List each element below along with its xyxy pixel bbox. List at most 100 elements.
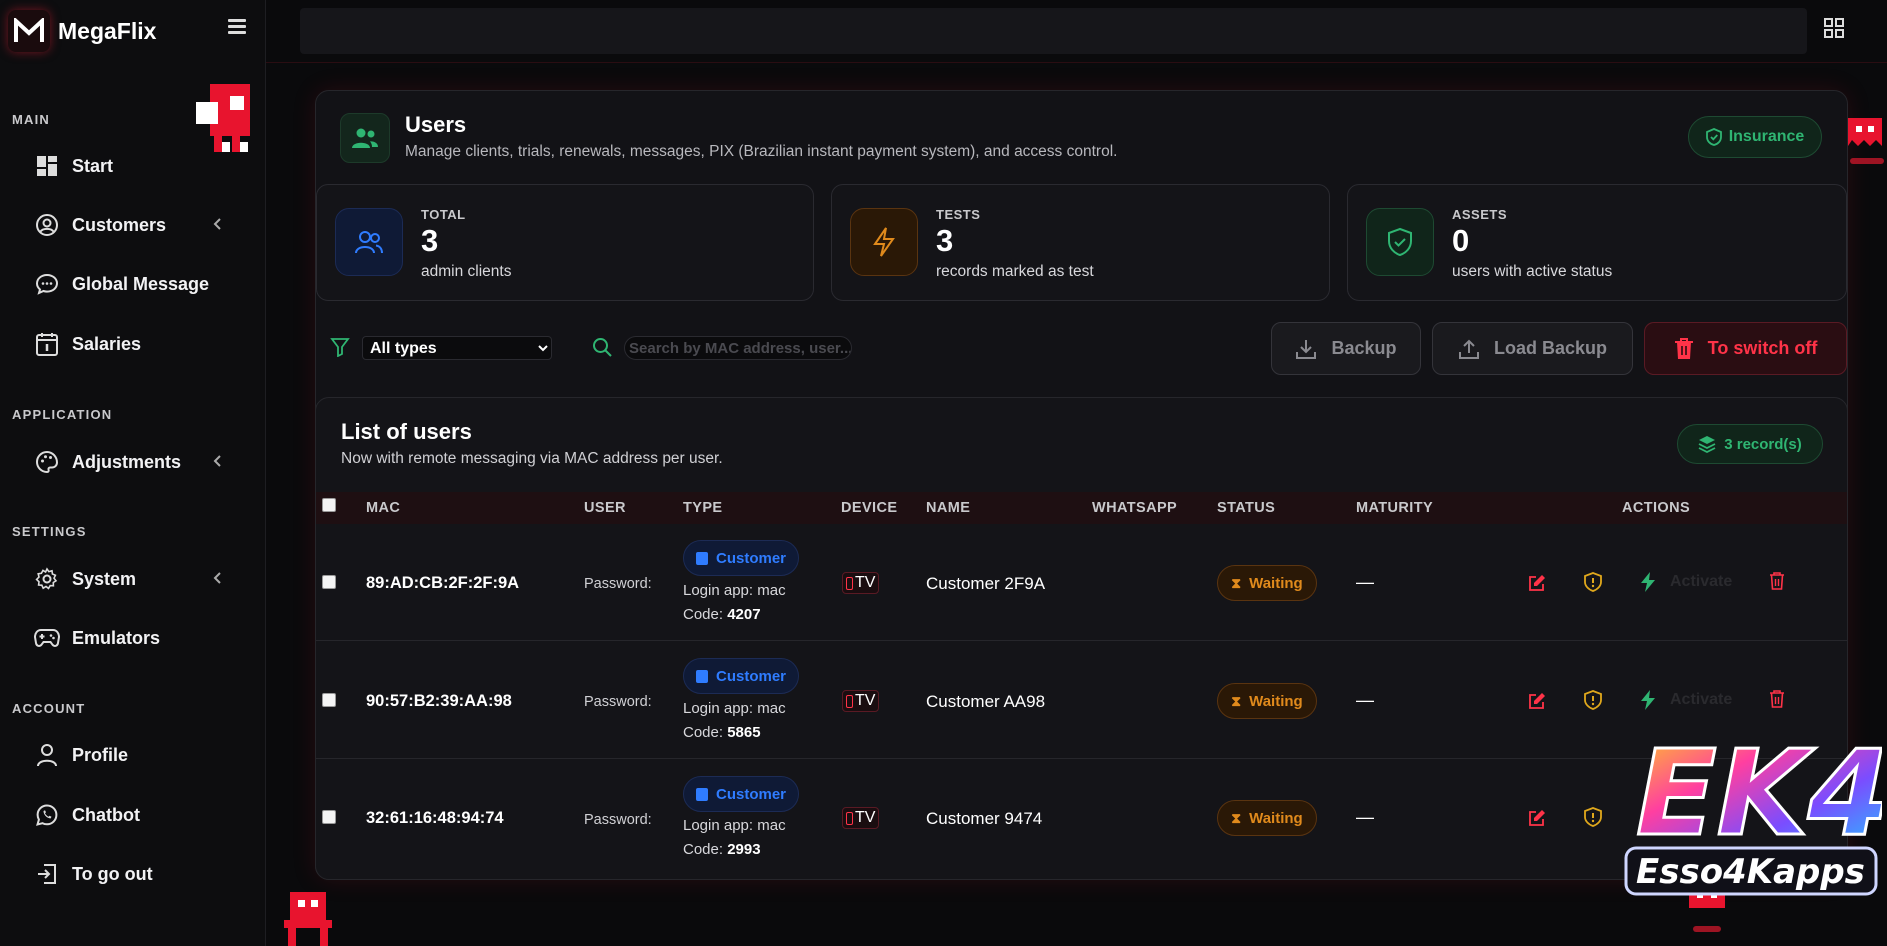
maturity-value: —: [1356, 572, 1374, 592]
gamepad-icon: [34, 625, 60, 651]
activate-label: Activate: [1670, 573, 1733, 590]
edit-icon[interactable]: [1528, 692, 1546, 715]
phone-icon: [846, 811, 853, 825]
header-divider: [266, 62, 1887, 63]
table-header: [316, 492, 1847, 524]
backup-label: Backup: [1331, 338, 1397, 358]
shield-alert-icon[interactable]: [1584, 690, 1602, 715]
stat-card-total: TOTAL 3 admin clients: [316, 184, 814, 301]
code-value: 5865: [727, 724, 761, 741]
brand[interactable]: MegaFlix: [8, 10, 156, 52]
sidebar-item-logout[interactable]: To go out: [34, 854, 234, 894]
hourglass-icon: ⧗: [1231, 574, 1242, 591]
column-header-type: TYPE: [683, 500, 723, 516]
load-backup-button[interactable]: Load Backup: [1432, 322, 1633, 375]
row-checkbox[interactable]: [322, 575, 336, 589]
sidebar-item-customers[interactable]: Customers: [34, 205, 234, 245]
column-header-mac: MAC: [366, 500, 401, 516]
edit-icon[interactable]: [1528, 574, 1546, 597]
chevron-left-icon: [212, 571, 222, 590]
sidebar-item-profile[interactable]: Profile: [34, 735, 234, 775]
code-value: 4207: [727, 606, 761, 623]
stat-label: ASSETS: [1452, 207, 1508, 222]
chevron-left-icon: [212, 454, 222, 473]
type-badge: Customer: [683, 658, 799, 694]
code-value: 2993: [727, 841, 761, 858]
trash-icon: [1674, 337, 1693, 359]
status-badge: ⧗ Waiting: [1217, 683, 1317, 719]
code-label: Code:: [683, 841, 724, 858]
device-label: TV: [855, 809, 876, 826]
edit-icon[interactable]: [1528, 809, 1546, 832]
sidebar-item-salaries[interactable]: Salaries: [34, 324, 234, 364]
stat-value: 0: [1452, 223, 1470, 258]
activate-button[interactable]: Activate: [1640, 572, 1732, 592]
sidebar-item-label: Emulators: [72, 627, 161, 648]
load-backup-label: Load Backup: [1493, 338, 1608, 358]
hamburger-menu-icon[interactable]: [228, 19, 246, 35]
mac-address: 90:57:B2:39:AA:98: [366, 692, 512, 710]
insurance-label: Insurance: [1728, 128, 1805, 145]
upload-icon: [1458, 339, 1479, 359]
search-input[interactable]: [624, 336, 852, 360]
list-subtitle: Now with remote messaging via MAC addres…: [341, 450, 723, 467]
whatsapp-icon: [34, 802, 60, 828]
chat-icon: [34, 271, 60, 297]
activate-button[interactable]: Activate: [1640, 690, 1732, 710]
users-icon: [335, 208, 403, 276]
type-label: Customer: [715, 667, 786, 685]
column-header-name: NAME: [926, 500, 971, 516]
sidebar-item-chatbot[interactable]: Chatbot: [34, 795, 234, 835]
status-badge: ⧗ Waiting: [1217, 565, 1317, 601]
sidebar-item-label: Customers: [72, 214, 167, 235]
stat-card-assets: ASSETS 0 users with active status: [1347, 184, 1847, 301]
delete-icon[interactable]: [1769, 572, 1785, 595]
shield-alert-icon[interactable]: [1584, 807, 1602, 832]
chevron-left-icon: [212, 217, 222, 236]
device-badge: TV: [842, 807, 880, 829]
row-checkbox[interactable]: [322, 810, 336, 824]
dashboard-icon: [34, 153, 60, 179]
row-checkbox[interactable]: [322, 693, 336, 707]
sidebar-item-label: To go out: [72, 863, 153, 884]
switch-off-button[interactable]: To switch off: [1644, 322, 1847, 375]
topbar-search-bar[interactable]: [300, 8, 1807, 54]
user-password: Password:: [584, 576, 652, 592]
sidebar-item-global-message[interactable]: Global Message: [34, 264, 234, 304]
sidebar-item-adjustments[interactable]: Adjustments: [34, 442, 234, 482]
gear-icon: [34, 566, 60, 592]
type-label: Customer: [715, 785, 786, 803]
mac-address: 32:61:16:48:94:74: [366, 809, 504, 827]
users-group-icon: [340, 113, 390, 163]
type-filter-select[interactable]: All types: [362, 336, 552, 360]
download-icon: [1296, 339, 1317, 359]
apps-grid-icon[interactable]: [1824, 18, 1846, 40]
column-header-whatsapp: WHATSAPP: [1092, 500, 1178, 516]
user-icon: [34, 742, 60, 768]
sidebar-item-emulators[interactable]: Emulators: [34, 618, 234, 658]
sidebar-item-label: Start: [72, 155, 114, 176]
page-subtitle: Manage clients, trials, renewals, messag…: [405, 143, 1118, 160]
records-badge: 3 record(s): [1677, 424, 1823, 464]
lightning-icon: [1641, 690, 1655, 710]
backup-button[interactable]: Backup: [1271, 322, 1421, 375]
megaflix-logo-icon: [8, 10, 50, 52]
pixel-creature-decoration: [196, 84, 250, 152]
palette-icon: [34, 449, 60, 475]
sidebar-item-system[interactable]: System: [34, 559, 234, 599]
shield-alert-icon[interactable]: [1584, 572, 1602, 597]
mac-address: 89:AD:CB:2F:2F:9A: [366, 574, 520, 592]
sidebar-item-label: System: [72, 568, 137, 589]
stat-value: 3: [421, 223, 439, 258]
insurance-button[interactable]: Insurance: [1688, 116, 1822, 158]
stat-description: users with active status: [1452, 263, 1613, 280]
section-label-account: ACCOUNT: [12, 701, 86, 716]
status-label: Waiting: [1249, 809, 1303, 827]
customer-name: Customer AA98: [926, 692, 1046, 711]
select-all-checkbox[interactable]: [322, 498, 336, 512]
delete-icon[interactable]: [1769, 690, 1785, 713]
type-badge: Customer: [683, 540, 799, 576]
sidebar-item-label: Chatbot: [72, 804, 140, 825]
search-icon: [592, 337, 612, 362]
maturity-value: —: [1356, 690, 1374, 710]
